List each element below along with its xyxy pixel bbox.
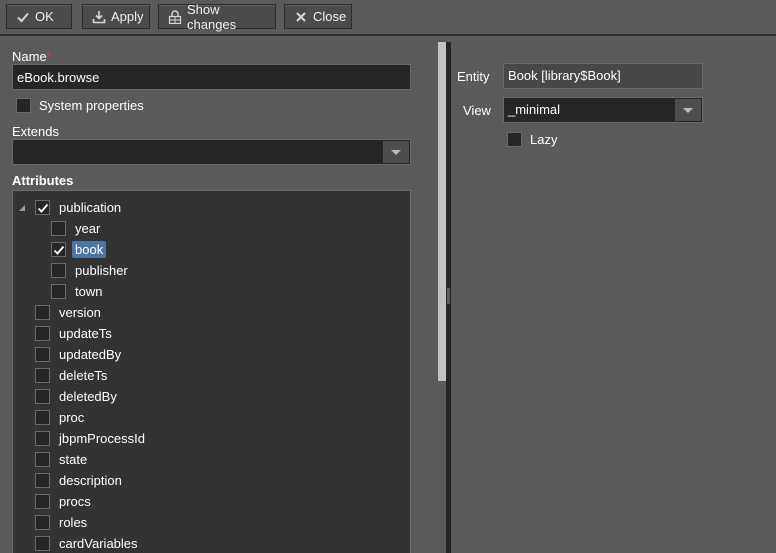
attribute-checkbox[interactable] (51, 221, 66, 236)
entity-label: Entity (457, 69, 490, 84)
attribute-checkbox[interactable] (35, 431, 50, 446)
tree-row[interactable]: version (13, 302, 410, 323)
view-value: _minimal (508, 102, 561, 117)
attribute-label[interactable]: state (59, 451, 87, 468)
attribute-label[interactable]: deletedBy (59, 388, 117, 405)
attribute-checkbox[interactable] (35, 368, 50, 383)
entity-field: Book [library$Book] (503, 63, 703, 89)
view-dropdown-button[interactable] (675, 99, 701, 121)
attribute-label[interactable]: cardVariables (59, 535, 138, 552)
tree-row[interactable]: description (13, 470, 410, 491)
ok-button-label: OK (35, 9, 54, 24)
tree-row[interactable]: roles (13, 512, 410, 533)
attribute-checkbox[interactable] (35, 305, 50, 320)
attribute-checkbox[interactable] (35, 473, 50, 488)
toolbar: OK Apply Show changes Close (0, 0, 776, 36)
attribute-label[interactable]: description (59, 472, 122, 489)
extends-select[interactable] (12, 139, 411, 165)
extends-dropdown-button[interactable] (383, 141, 409, 163)
system-properties-label: System properties (39, 98, 144, 113)
lazy-checkbox[interactable] (507, 132, 522, 147)
tree-row[interactable]: deleteTs (13, 365, 410, 386)
attribute-label[interactable]: roles (59, 514, 87, 531)
tree-row[interactable]: book (13, 239, 410, 260)
chevron-down-icon (391, 149, 401, 155)
tree-row[interactable]: proc (13, 407, 410, 428)
check-icon (16, 10, 30, 24)
tree-row[interactable]: publisher (13, 260, 410, 281)
apply-button-label: Apply (111, 9, 144, 24)
attribute-checkbox[interactable] (51, 242, 66, 257)
attribute-label[interactable]: publisher (75, 262, 128, 279)
attribute-label[interactable]: updateTs (59, 325, 112, 342)
chevron-down-icon (683, 107, 693, 113)
attribute-label[interactable]: town (75, 283, 102, 300)
attribute-checkbox[interactable] (35, 494, 50, 509)
attribute-label[interactable]: book (72, 241, 107, 258)
attribute-checkbox[interactable] (51, 284, 66, 299)
attribute-label[interactable]: deleteTs (59, 367, 107, 384)
download-icon (92, 10, 106, 24)
attribute-label[interactable]: updatedBy (59, 346, 121, 363)
extends-label: Extends (12, 124, 59, 139)
attribute-checkbox[interactable] (51, 263, 66, 278)
lock-changes-icon (168, 9, 182, 24)
tree-row[interactable]: cardVariables (13, 533, 410, 553)
close-button[interactable]: Close (284, 4, 352, 29)
view-label: View (463, 103, 491, 118)
tree-row[interactable]: town (13, 281, 410, 302)
system-properties-checkbox[interactable] (16, 98, 31, 113)
tree-row[interactable]: procs (13, 491, 410, 512)
show-changes-button-label: Show changes (187, 1, 237, 32)
scrollbar-thumb[interactable] (438, 42, 446, 381)
name-input[interactable] (12, 64, 411, 90)
close-button-label: Close (313, 9, 347, 24)
attribute-label[interactable]: year (75, 220, 100, 237)
apply-button[interactable]: Apply (82, 4, 150, 29)
attribute-checkbox[interactable] (35, 389, 50, 404)
expand-arrow-icon[interactable] (19, 205, 25, 211)
attribute-checkbox[interactable] (35, 347, 50, 362)
grip-icon (447, 288, 450, 304)
attribute-label[interactable]: procs (59, 493, 91, 510)
tree-row[interactable]: jbpmProcessId (13, 428, 410, 449)
attribute-checkbox[interactable] (35, 536, 50, 551)
attribute-checkbox[interactable] (35, 200, 50, 215)
tree-row[interactable]: updatedBy (13, 344, 410, 365)
tree-row[interactable]: publication (13, 197, 410, 218)
show-changes-button[interactable]: Show changes (158, 1, 276, 32)
attribute-checkbox[interactable] (35, 410, 50, 425)
attribute-label[interactable]: jbpmProcessId (59, 430, 145, 447)
tree-row[interactable]: state (13, 449, 410, 470)
attribute-checkbox[interactable] (35, 326, 50, 341)
attribute-label[interactable]: publication (59, 199, 121, 216)
attribute-checkbox[interactable] (35, 452, 50, 467)
required-mark: * (46, 49, 52, 64)
attributes-label: Attributes (12, 173, 74, 188)
lazy-label: Lazy (530, 132, 558, 147)
check-icon (53, 245, 65, 255)
tree-row[interactable]: year (13, 218, 410, 239)
tree-row[interactable]: updateTs (13, 323, 410, 344)
attribute-label[interactable]: version (59, 304, 101, 321)
view-select[interactable]: _minimal (503, 97, 703, 123)
tree-row[interactable]: deletedBy (13, 386, 410, 407)
attributes-tree: publication year book publisher town version u… (12, 190, 411, 553)
close-icon (294, 10, 308, 24)
attribute-label[interactable]: proc (59, 409, 84, 426)
ok-button[interactable]: OK (6, 4, 72, 29)
check-icon (37, 203, 49, 213)
attribute-checkbox[interactable] (35, 515, 50, 530)
name-label-text: Name (12, 49, 47, 64)
name-label: Name* (12, 49, 52, 64)
